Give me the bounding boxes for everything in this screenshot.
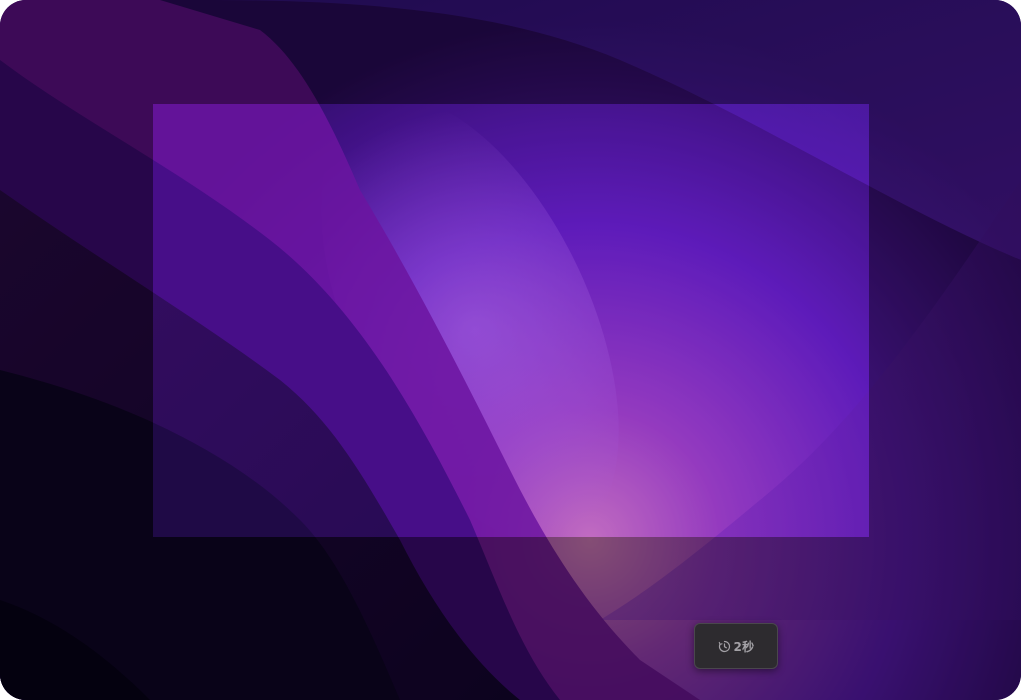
screen-capture-overlay: 2秒 xyxy=(0,0,1021,700)
timer-label: 2秒 xyxy=(733,639,755,654)
selection-tint xyxy=(153,104,869,537)
capture-selection-region[interactable] xyxy=(153,104,869,537)
capture-timer-button[interactable]: 2秒 xyxy=(694,623,778,669)
timer-icon xyxy=(718,640,730,652)
